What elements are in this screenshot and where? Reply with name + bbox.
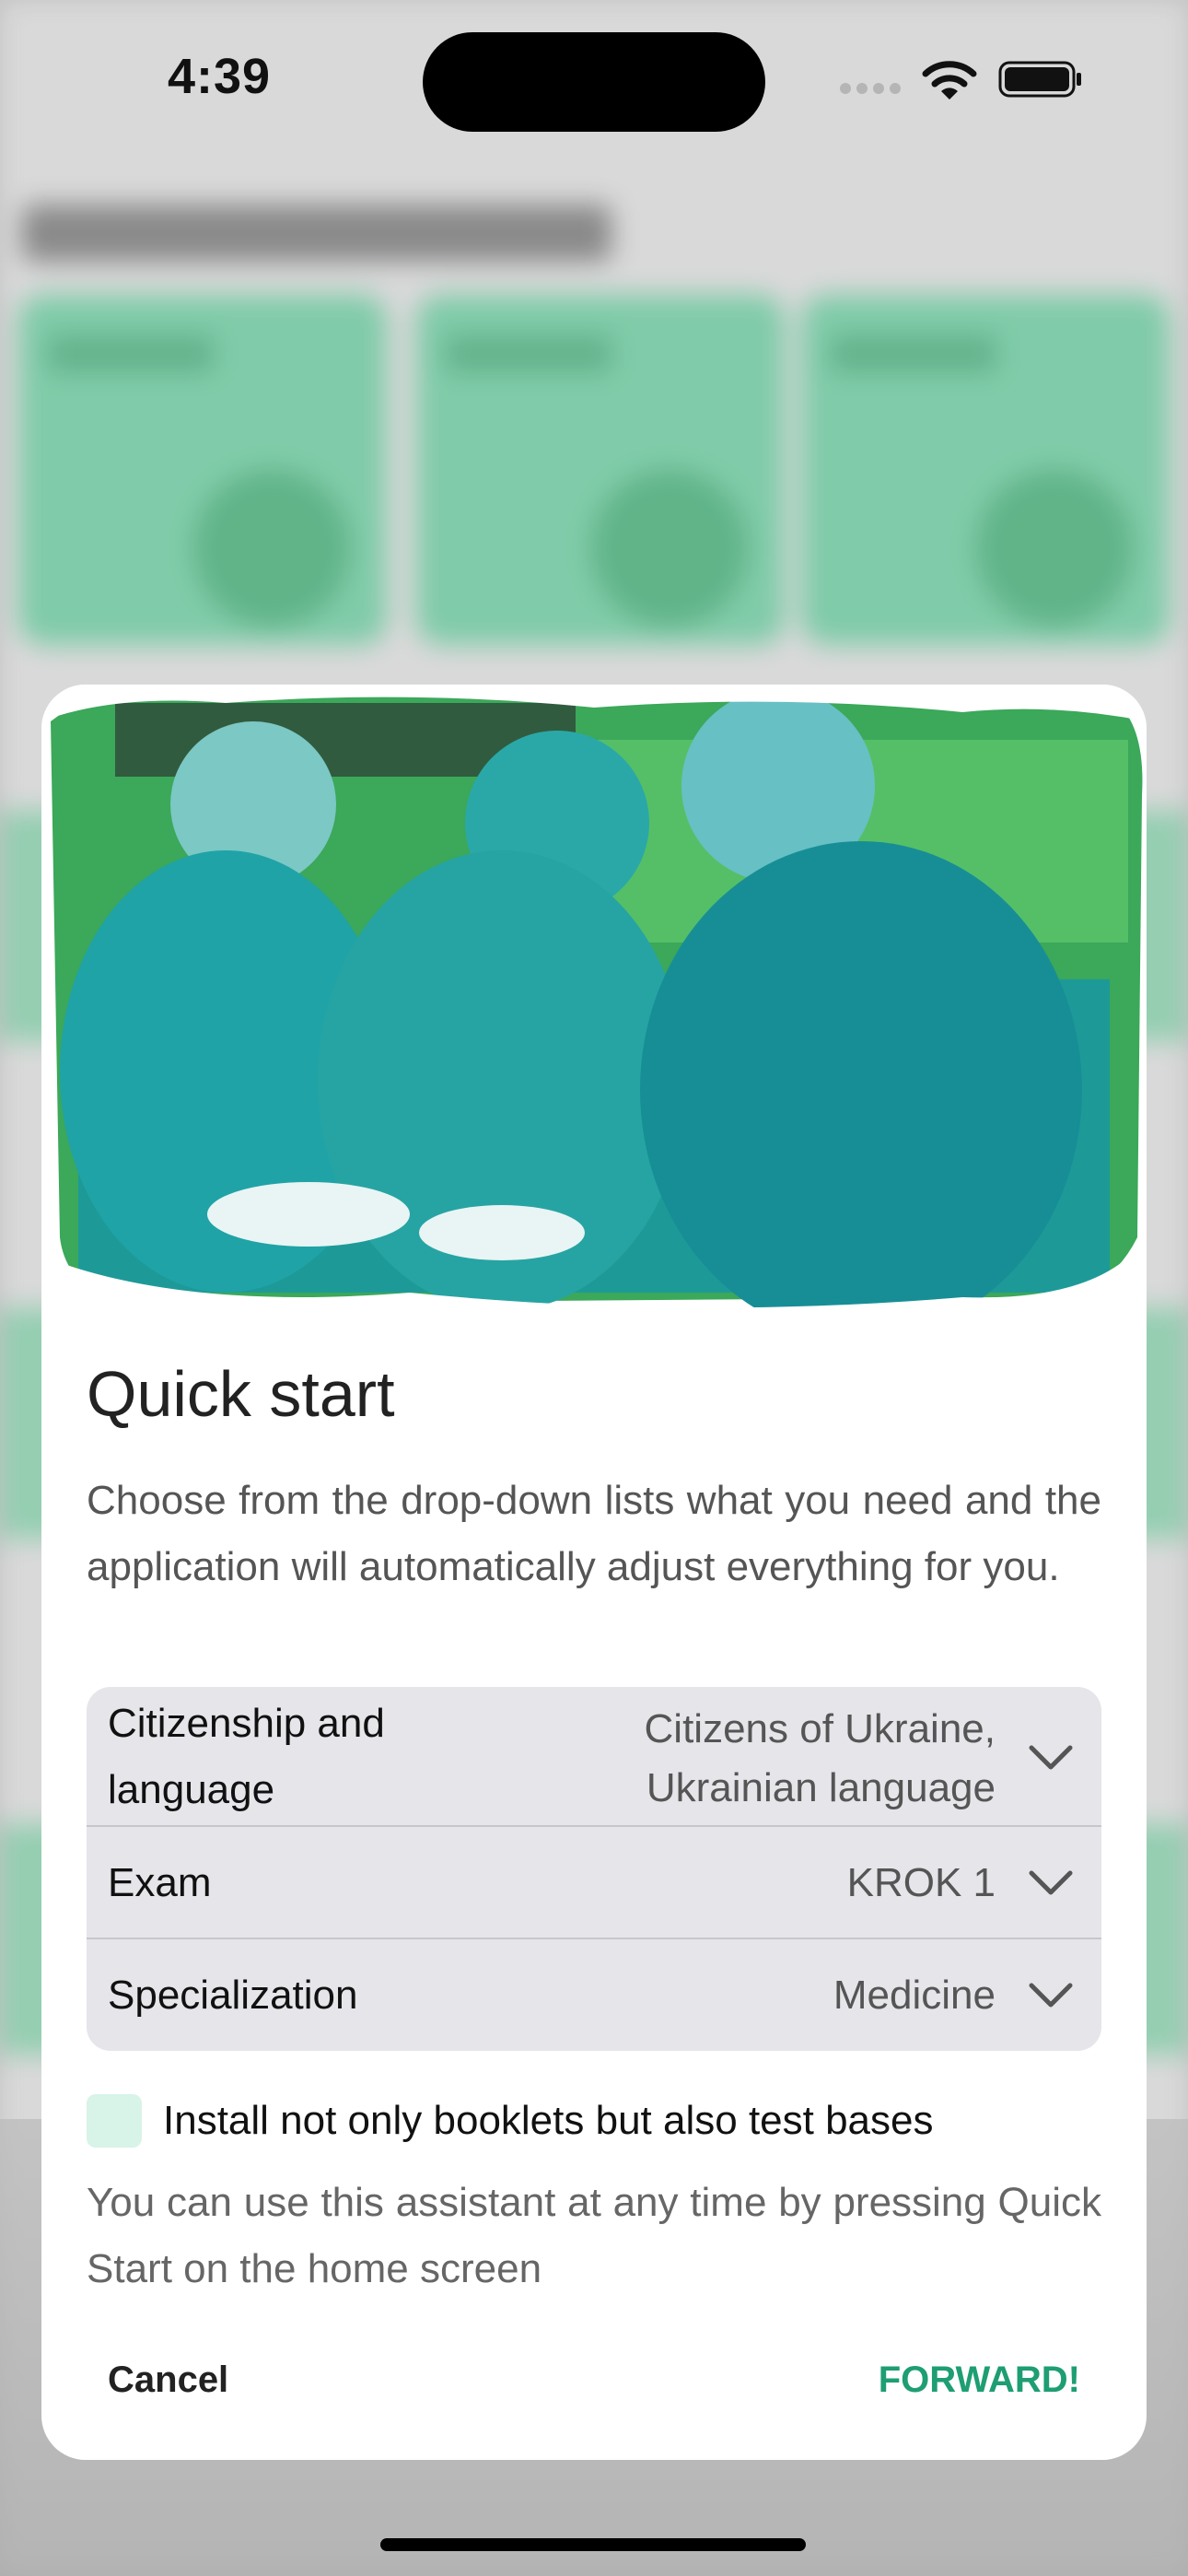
install-test-bases-checkbox[interactable]: [87, 2094, 142, 2148]
home-indicator[interactable]: [380, 2538, 806, 2551]
checkbox-label[interactable]: Install not only booklets but also test …: [163, 2095, 934, 2147]
surgeons-illustration: [41, 685, 1147, 1311]
cancel-button[interactable]: Cancel: [108, 2359, 228, 2401]
exam-dropdown[interactable]: Exam KROK 1: [87, 1827, 1101, 1939]
citizenship-language-dropdown[interactable]: Citizenship and language Citizens of Ukr…: [87, 1687, 1101, 1827]
forward-button[interactable]: FORWARD!: [879, 2359, 1080, 2401]
chevron-down-icon: [1029, 1745, 1073, 1770]
wifi-icon: [922, 61, 977, 100]
dropdown-label: Citizenship and language: [108, 1701, 385, 1812]
dropdown-value: KROK 1: [846, 1860, 996, 1905]
dropdown-label: Specialization: [108, 1973, 358, 2018]
battery-icon: [998, 61, 1081, 98]
cellular-signal-icon: [840, 81, 904, 98]
dropdown-value: Citizens of Ukraine, Ukrainian language: [644, 1706, 996, 1810]
quick-start-modal: Quick start Choose from the drop-down li…: [41, 685, 1147, 2460]
dropdown-value: Medicine: [833, 1973, 996, 2018]
modal-title: Quick start: [87, 1358, 395, 1430]
chevron-down-icon: [1029, 1983, 1073, 2008]
specialization-dropdown[interactable]: Specialization Medicine: [87, 1939, 1101, 2051]
modal-description: Choose from the drop-down lists what you…: [87, 1478, 1101, 1589]
dynamic-island: [423, 32, 765, 132]
dropdown-group: Citizenship and language Citizens of Ukr…: [87, 1687, 1101, 2051]
dropdown-label: Exam: [108, 1860, 212, 1905]
modal-hint: You can use this assistant at any time b…: [87, 2180, 1101, 2291]
status-time: 4:39: [168, 49, 272, 104]
chevron-down-icon: [1029, 1870, 1073, 1895]
